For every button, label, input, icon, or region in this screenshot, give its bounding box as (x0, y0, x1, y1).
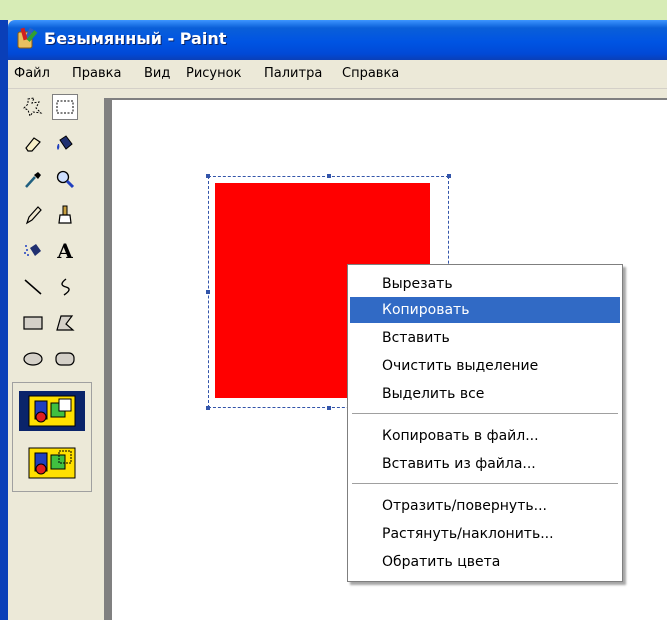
menu-copy[interactable]: Копировать (350, 297, 620, 323)
rect-select-icon[interactable] (52, 94, 78, 120)
selection-handle[interactable] (327, 174, 331, 178)
menu-invert-colors[interactable]: Обратить цвета (350, 549, 620, 575)
menu-clear-selection[interactable]: Очистить выделение (350, 353, 620, 379)
brush-icon[interactable] (52, 202, 78, 228)
window-left-border (0, 20, 8, 620)
airbrush-icon[interactable] (20, 238, 46, 264)
menu-help[interactable]: Справка (342, 66, 399, 81)
magnifier-icon[interactable] (52, 166, 78, 192)
polygon-icon[interactable] (52, 310, 78, 336)
menu-separator (352, 483, 618, 484)
eyedropper-icon[interactable] (20, 166, 46, 192)
text-icon[interactable]: A (52, 238, 78, 264)
toolbox: A (8, 90, 104, 620)
menu-select-all[interactable]: Выделить все (350, 381, 620, 407)
menu-colors[interactable]: Палитра (264, 66, 322, 81)
menu-bar: Файл Правка Вид Рисунок Палитра Справка (8, 60, 667, 89)
window-title: Безымянный - Paint (44, 29, 227, 48)
menu-flip-rotate[interactable]: Отразить/повернуть... (350, 493, 620, 519)
rounded-rect-icon[interactable] (52, 346, 78, 372)
menu-copy-to-file[interactable]: Копировать в файл... (350, 423, 620, 449)
menu-cut[interactable]: Вырезать (350, 271, 620, 297)
selection-handle[interactable] (447, 174, 451, 178)
menu-view[interactable]: Вид (144, 66, 170, 81)
context-menu: Вырезать Копировать Вставить Очистить вы… (347, 264, 623, 582)
pencil-icon[interactable] (20, 202, 46, 228)
menu-stretch-skew[interactable]: Растянуть/наклонить... (350, 521, 620, 547)
selection-handle[interactable] (206, 406, 210, 410)
paint-app-icon[interactable] (14, 26, 40, 52)
eraser-icon[interactable] (20, 130, 46, 156)
tool-options-panel (12, 382, 92, 492)
selection-handle[interactable] (206, 290, 210, 294)
menu-image[interactable]: Рисунок (186, 66, 241, 81)
text-tool-glyph: A (57, 239, 73, 263)
curve-icon[interactable] (52, 274, 78, 300)
opaque-selection-icon[interactable] (19, 391, 85, 431)
line-icon[interactable] (20, 274, 46, 300)
menu-paste[interactable]: Вставить (350, 325, 620, 351)
transparent-selection-icon[interactable] (19, 443, 85, 483)
fill-bucket-icon[interactable] (52, 130, 78, 156)
ellipse-icon[interactable] (20, 346, 46, 372)
selection-handle[interactable] (327, 406, 331, 410)
title-bar[interactable]: Безымянный - Paint (8, 20, 667, 60)
rectangle-icon[interactable] (20, 310, 46, 336)
menu-edit[interactable]: Правка (72, 66, 121, 81)
selection-handle[interactable] (206, 174, 210, 178)
free-select-icon[interactable] (20, 94, 46, 120)
menu-paste-from-file[interactable]: Вставить из файла... (350, 451, 620, 477)
menu-file[interactable]: Файл (14, 66, 50, 81)
menu-separator (352, 413, 618, 414)
